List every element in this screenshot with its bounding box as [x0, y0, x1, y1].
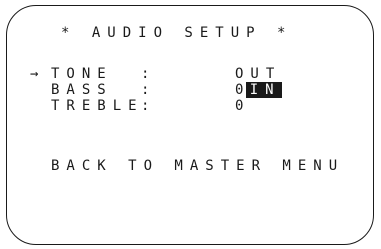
tone-option-out[interactable]: OUT — [235, 66, 281, 82]
cursor-arrow-icon: → — [30, 66, 39, 82]
treble-value[interactable]: 0 — [235, 98, 250, 114]
bass-colon: : — [141, 82, 150, 98]
back-to-master-menu[interactable]: BACK TO MASTER MENU — [51, 158, 344, 174]
treble-colon: : — [141, 98, 150, 114]
treble-label[interactable]: TREBLE — [51, 98, 144, 114]
menu-title: * AUDIO SETUP * — [61, 25, 293, 41]
bass-label[interactable]: BASS — [51, 82, 113, 98]
tone-label[interactable]: TONE — [51, 66, 113, 82]
tone-option-in-selected[interactable]: IN — [245, 82, 282, 98]
bass-value[interactable]: 0 — [235, 82, 250, 98]
tone-colon: : — [141, 66, 150, 82]
osd-screen: * AUDIO SETUP * → TONE : IN OUT BASS : 0… — [6, 5, 374, 245]
